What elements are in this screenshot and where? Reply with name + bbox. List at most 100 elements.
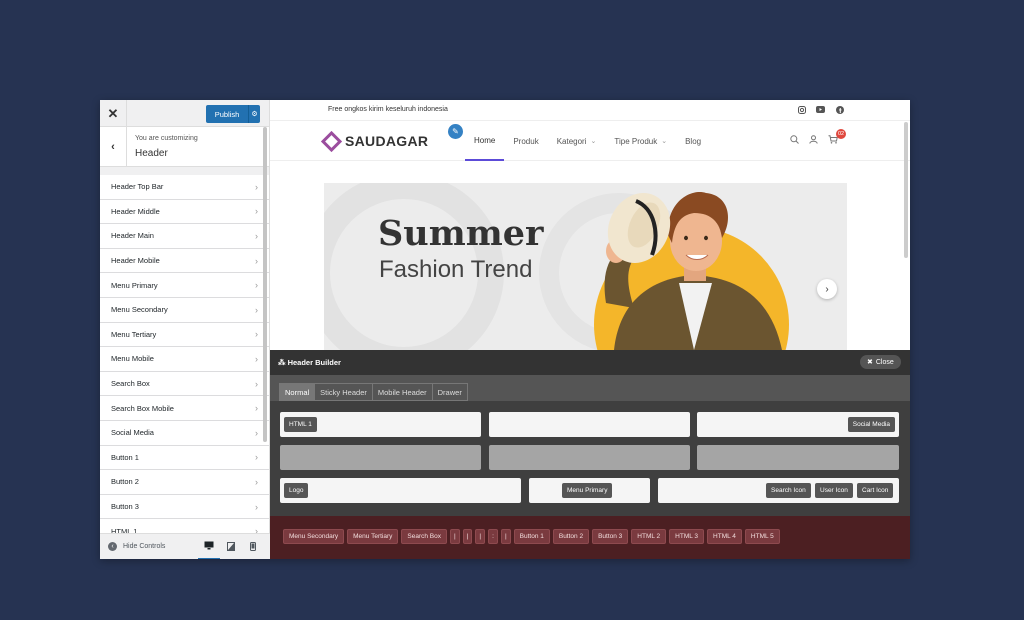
- model-photo: [604, 192, 782, 350]
- chevron-right-icon: ›: [255, 230, 258, 241]
- builder-close-button[interactable]: ✖ Close: [860, 355, 901, 369]
- menu-item-tipe-produk[interactable]: Tipe Produk ⌄: [605, 121, 676, 161]
- close-label: Close: [875, 358, 894, 366]
- sidebar-item-label: Menu Tertiary: [111, 329, 157, 339]
- sidebar-item-label: Header Top Bar: [111, 182, 164, 192]
- sidebar-item-header-main[interactable]: Header Main ›: [100, 224, 269, 249]
- builder-tabs: Normal Sticky Header Mobile Header Drawer: [279, 383, 468, 401]
- sidebar-scrollbar[interactable]: [263, 127, 267, 442]
- menu-item-label: Tipe Produk: [614, 136, 658, 146]
- youtube-icon[interactable]: [816, 105, 825, 114]
- sidebar-item-menu-secondary[interactable]: Menu Secondary ›: [100, 297, 269, 323]
- builder-item-social-media[interactable]: Social Media: [847, 417, 895, 432]
- tab-sticky-header[interactable]: Sticky Header: [315, 384, 373, 400]
- available-item[interactable]: Button 1: [513, 529, 550, 544]
- hero-slider: Summer Fashion Trend ›: [324, 183, 847, 350]
- chevron-down-icon: ⌄: [590, 138, 597, 145]
- slider-next-icon[interactable]: ›: [817, 279, 837, 299]
- tablet-preview-icon[interactable]: [220, 534, 242, 560]
- builder-item-user-icon[interactable]: User Icon: [815, 483, 853, 498]
- builder-item-logo[interactable]: Logo: [284, 483, 309, 498]
- edit-pencil-icon[interactable]: ✎: [448, 124, 463, 139]
- sidebar-item-label: Search Box: [111, 379, 150, 389]
- hide-controls-button[interactable]: ‹ Hide Controls: [100, 542, 198, 551]
- builder-item-search-icon[interactable]: Search Icon: [766, 483, 811, 498]
- preview-scrollbar[interactable]: [904, 122, 908, 258]
- chevron-right-icon: ›: [255, 378, 258, 389]
- sidebar-item-label: Menu Mobile: [111, 354, 154, 364]
- middle-row-left-zone[interactable]: [280, 445, 481, 470]
- available-item[interactable]: |: [475, 529, 486, 544]
- instagram-icon[interactable]: [797, 105, 806, 114]
- available-item[interactable]: |: [500, 529, 511, 544]
- tab-normal[interactable]: Normal: [280, 384, 316, 400]
- available-item[interactable]: :: [488, 529, 498, 544]
- sidebar-item-button-2[interactable]: Button 2 ›: [100, 470, 269, 495]
- sidebar-topbar: ✕ Publish ⚙: [100, 100, 269, 127]
- header-builder-title: ⁂ Header Builder: [278, 358, 341, 367]
- available-item[interactable]: |: [462, 529, 473, 544]
- header-top-bar: Free ongkos kirim keseluruh indonesia: [270, 100, 910, 121]
- builder-item-menu-primary[interactable]: Menu Primary: [562, 483, 613, 498]
- chevron-right-icon: ›: [255, 452, 258, 463]
- sidebar-item-menu-mobile[interactable]: Menu Mobile ›: [100, 347, 269, 372]
- sidebar-item-menu-primary[interactable]: Menu Primary ›: [100, 273, 269, 298]
- cart-icon[interactable]: 02: [828, 129, 846, 146]
- builder-item-html-1[interactable]: HTML 1: [284, 417, 317, 432]
- middle-row-right-zone[interactable]: [697, 445, 899, 470]
- available-item[interactable]: Search Box: [401, 529, 448, 544]
- menu-item-home[interactable]: Home: [465, 121, 505, 161]
- main-row-left-zone[interactable]: Logo: [280, 478, 521, 503]
- available-item[interactable]: HTML 4: [707, 529, 742, 544]
- tab-drawer[interactable]: Drawer: [432, 384, 467, 400]
- gear-icon[interactable]: ⚙: [248, 105, 260, 123]
- available-item[interactable]: Menu Tertiary: [347, 529, 399, 544]
- available-items: Menu Secondary Menu Tertiary Search Box | | |…: [283, 529, 780, 544]
- sidebar-item-header-top-bar[interactable]: Header Top Bar ›: [100, 175, 269, 200]
- top-row-left-zone[interactable]: HTML 1: [280, 412, 481, 437]
- sidebar-item-label: Menu Primary: [111, 280, 158, 290]
- available-item[interactable]: Button 3: [592, 529, 629, 544]
- sidebar-item-label: Header Middle: [111, 206, 160, 216]
- user-icon[interactable]: [809, 135, 818, 146]
- close-icon[interactable]: ✕: [100, 100, 127, 127]
- sidebar-item-search-box[interactable]: Search Box ›: [100, 371, 269, 397]
- middle-row-center-zone[interactable]: [489, 445, 690, 470]
- available-item[interactable]: |: [450, 529, 460, 544]
- publish-button[interactable]: Publish: [206, 105, 248, 123]
- sidebar-item-button-1[interactable]: Button 1 ›: [100, 445, 269, 471]
- customizing-header: ‹ You are customizing Header: [100, 127, 269, 167]
- search-icon[interactable]: [790, 135, 799, 146]
- available-item[interactable]: Menu Secondary: [283, 529, 345, 544]
- available-item[interactable]: Button 2: [552, 529, 590, 544]
- available-item[interactable]: HTML 5: [744, 529, 780, 544]
- top-row-right-zone[interactable]: Social Media: [697, 412, 899, 437]
- top-row-center-zone[interactable]: [489, 412, 690, 437]
- sidebar-item-label: Search Box Mobile: [111, 403, 174, 413]
- social-media-icons: [797, 105, 844, 114]
- menu-item-kategori[interactable]: Kategori ⌄: [548, 121, 606, 161]
- sidebar-item-header-middle[interactable]: Header Middle ›: [100, 199, 269, 225]
- site-logo[interactable]: SAUDAGAR: [320, 130, 428, 152]
- facebook-icon[interactable]: [835, 105, 844, 114]
- menu-item-blog[interactable]: Blog: [676, 121, 710, 161]
- header-builder-title-text: Header Builder: [287, 358, 341, 367]
- available-item[interactable]: HTML 2: [631, 529, 667, 544]
- sidebar-item-search-box-mobile[interactable]: Search Box Mobile ›: [100, 396, 269, 421]
- tab-mobile-header[interactable]: Mobile Header: [372, 384, 433, 400]
- sidebar-item-menu-tertiary[interactable]: Menu Tertiary ›: [100, 322, 269, 348]
- menu-item-label: Home: [474, 135, 496, 145]
- mobile-preview-icon[interactable]: [242, 534, 264, 560]
- desktop-preview-icon[interactable]: [198, 534, 220, 559]
- back-chevron-icon[interactable]: ‹: [100, 127, 127, 167]
- available-item[interactable]: HTML 3: [669, 529, 705, 544]
- sidebar-footer: ‹ Hide Controls: [100, 533, 270, 559]
- menu-item-produk[interactable]: Produk: [504, 121, 547, 161]
- main-row-right-zone[interactable]: Search Icon User Icon Cart Icon: [658, 478, 899, 503]
- sidebar-item-label: Social Media: [111, 428, 154, 438]
- sidebar-item-header-mobile[interactable]: Header Mobile ›: [100, 248, 269, 274]
- main-row-center-zone[interactable]: Menu Primary: [529, 478, 650, 503]
- sidebar-item-button-3[interactable]: Button 3 ›: [100, 494, 269, 520]
- builder-item-cart-icon[interactable]: Cart Icon: [857, 483, 894, 498]
- sidebar-item-social-media[interactable]: Social Media ›: [100, 420, 269, 446]
